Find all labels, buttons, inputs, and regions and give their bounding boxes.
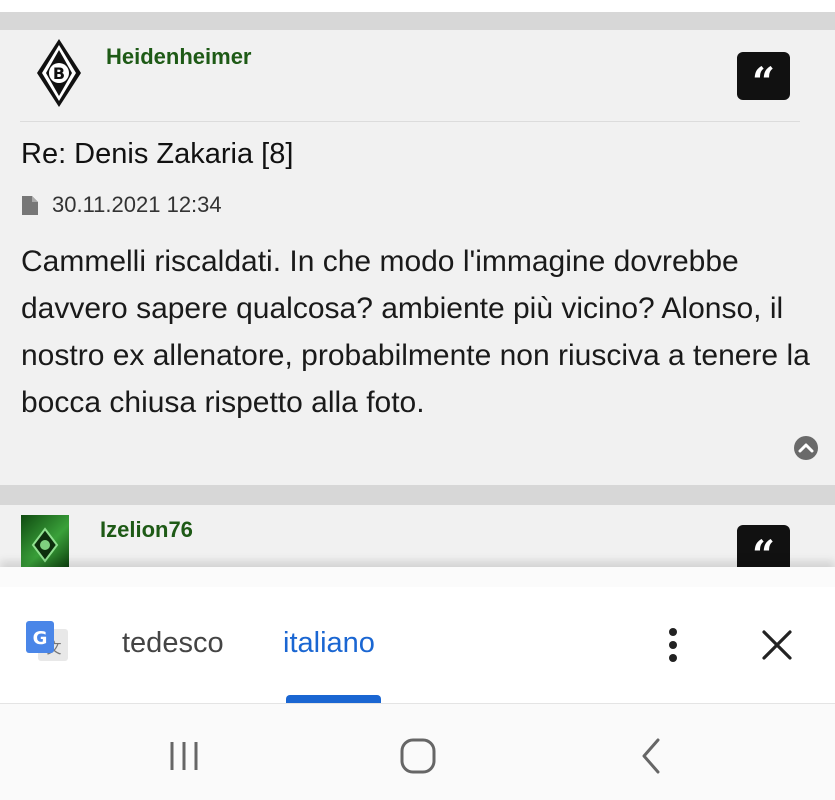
recents-icon[interactable] <box>164 736 204 776</box>
post-title: Re: Denis Zakaria [8] <box>21 138 294 170</box>
avatar-image <box>31 527 59 563</box>
forum-post: Izelion76 “ <box>0 505 835 569</box>
system-nav-bar <box>0 704 835 800</box>
post-date: 30.11.2021 12:34 <box>52 192 222 217</box>
google-translate-icon[interactable]: 文 G <box>24 619 72 667</box>
home-icon[interactable] <box>398 736 438 776</box>
translate-bar-edge <box>0 567 835 587</box>
user-avatar[interactable]: B <box>36 38 82 108</box>
back-icon[interactable] <box>632 736 672 776</box>
post-body: Cammelli riscaldati. In che modo l'immag… <box>21 245 810 419</box>
document-icon <box>22 195 38 215</box>
post-meta: 30.11.2021 12:34 <box>22 190 222 220</box>
target-language-tab[interactable]: italiano <box>283 627 375 660</box>
chevron-up-circle-icon[interactable] <box>794 436 818 460</box>
header-divider <box>20 121 800 122</box>
close-icon[interactable] <box>760 628 794 662</box>
top-band <box>0 0 835 12</box>
quote-button[interactable]: “ <box>737 525 790 569</box>
more-vert-icon[interactable] <box>660 627 686 663</box>
post-separator <box>0 485 835 505</box>
quote-button[interactable]: “ <box>737 52 790 106</box>
post-username[interactable]: Izelion76 <box>100 517 193 543</box>
post-username[interactable]: Heidenheimer <box>106 44 252 70</box>
user-avatar[interactable] <box>21 515 69 569</box>
post-separator <box>0 12 835 30</box>
avatar-letter: B <box>53 64 65 83</box>
translate-bar: 文 G tedesco italiano <box>0 567 835 704</box>
source-language-tab[interactable]: tedesco <box>122 627 224 660</box>
svg-text:G: G <box>33 628 48 649</box>
forum-post: B Heidenheimer “ Re: Denis Zakaria [8] 3… <box>0 30 835 485</box>
